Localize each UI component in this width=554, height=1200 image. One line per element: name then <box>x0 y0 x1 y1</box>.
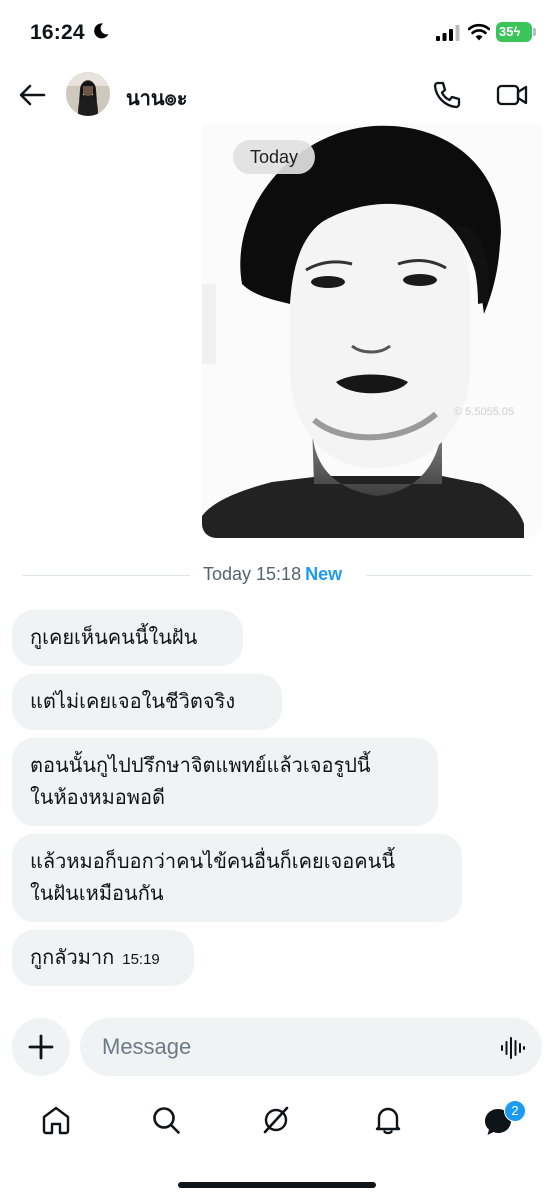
battery-indicator: 35ϟ <box>496 22 532 42</box>
photo-watermark: © 5.5055.05 <box>454 406 515 418</box>
home-icon[interactable] <box>40 1104 72 1136</box>
message-text: กูเคยเห็นคนนี้ในฝัน <box>30 627 198 649</box>
status-bar: 16:24 35ϟ <box>0 0 554 64</box>
message-text: แต่ไม่เคยเจอในชีวิตจริง <box>30 691 236 713</box>
message-bubble[interactable]: กูกลัวมาก 15:19 <box>12 930 194 986</box>
message-text-line: ในห้องหมอพอดี <box>30 787 165 809</box>
wifi-icon <box>468 23 490 41</box>
divider-line-left <box>22 575 190 576</box>
photo-portrait <box>202 124 542 538</box>
new-messages-divider: Today 15:18 New <box>22 564 532 586</box>
date-chip: Today <box>233 140 316 174</box>
home-indicator <box>178 1182 376 1188</box>
bell-icon[interactable] <box>372 1104 404 1136</box>
status-time: 16:24 <box>30 21 85 44</box>
unread-badge: 2 <box>504 1100 526 1122</box>
message-text-line: ในฝันเหมือนกัน <box>30 883 164 905</box>
plus-icon <box>28 1034 54 1060</box>
divider-time: Today 15:18 <box>203 564 302 584</box>
moon-icon <box>94 23 109 39</box>
message-text-line: แล้วหมอก็บอกว่าคนไข้คนอื่นก็เคยเจอคนนี้ <box>30 851 395 873</box>
chat-header: นาน๏ะ <box>0 64 554 124</box>
search-icon[interactable] <box>150 1104 182 1136</box>
charging-bolt-icon: ϟ <box>513 24 521 39</box>
divider-label: Today 15:18 New <box>203 564 342 585</box>
bottom-nav: 2 <box>0 1092 554 1152</box>
message-bubble[interactable]: แต่ไม่เคยเจอในชีวิตจริง <box>12 674 282 730</box>
chat-thread: © 5.5055.05 Today Today 15:18 New กูเคยเห… <box>0 124 554 1004</box>
message-timestamp: 15:19 <box>122 951 160 968</box>
signal-icon <box>436 25 460 41</box>
contact-name[interactable]: นาน๏ะ <box>126 82 188 114</box>
message-bubble[interactable]: กูเคยเห็นคนนี้ในฝัน <box>12 610 243 666</box>
divider-new-badge: New <box>305 564 343 584</box>
shared-photo[interactable]: © 5.5055.05 <box>202 124 542 538</box>
voice-waveform-icon[interactable] <box>500 1036 526 1060</box>
message-composer <box>0 1016 554 1080</box>
add-attachment-button[interactable] <box>12 1018 70 1076</box>
message-input[interactable] <box>80 1018 542 1076</box>
contact-avatar[interactable] <box>66 72 110 116</box>
battery-tip <box>533 28 536 36</box>
message-text-line: ตอนนั้นกูไปปรึกษาจิตแพทย์แล้วเจอรูปนี้ <box>30 755 371 777</box>
message-text: กูกลัวมาก <box>30 947 115 969</box>
phone-icon[interactable] <box>432 80 462 110</box>
video-camera-icon[interactable] <box>496 80 528 110</box>
message-bubble[interactable]: แล้วหมอก็บอกว่าคนไข้คนอื่นก็เคยเจอคนนี้ … <box>12 834 462 922</box>
message-bubble[interactable]: ตอนนั้นกูไปปรึกษาจิตแพทย์แล้วเจอรูปนี้ ใ… <box>12 738 438 826</box>
divider-line-right <box>366 575 532 576</box>
grok-icon[interactable] <box>260 1104 292 1136</box>
back-arrow-icon[interactable] <box>16 80 48 110</box>
battery-level: 35 <box>499 24 514 39</box>
